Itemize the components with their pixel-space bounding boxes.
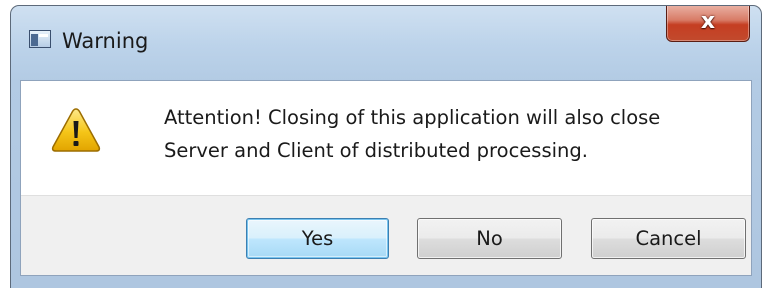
warning-dialog-window: Warning x Attention! Closing of this app… [10,5,762,288]
warning-message: Attention! Closing of this application w… [164,101,749,167]
application-window-icon[interactable] [29,30,51,48]
window-title: Warning [62,29,149,53]
dialog-content: Attention! Closing of this application w… [20,80,752,276]
cancel-button[interactable]: Cancel [591,218,746,259]
warning-triangle-icon [51,108,101,152]
message-line-1: Attention! Closing of this application w… [164,106,661,129]
message-line-2: Server and Client of distributed process… [164,139,588,162]
title-bar[interactable]: Warning x [11,6,761,80]
close-icon: x [700,9,716,34]
message-area: Attention! Closing of this application w… [21,81,751,195]
close-button[interactable]: x [666,6,750,42]
yes-button[interactable]: Yes [246,218,389,259]
no-button[interactable]: No [417,218,562,259]
button-bar: Yes No Cancel [21,195,751,275]
